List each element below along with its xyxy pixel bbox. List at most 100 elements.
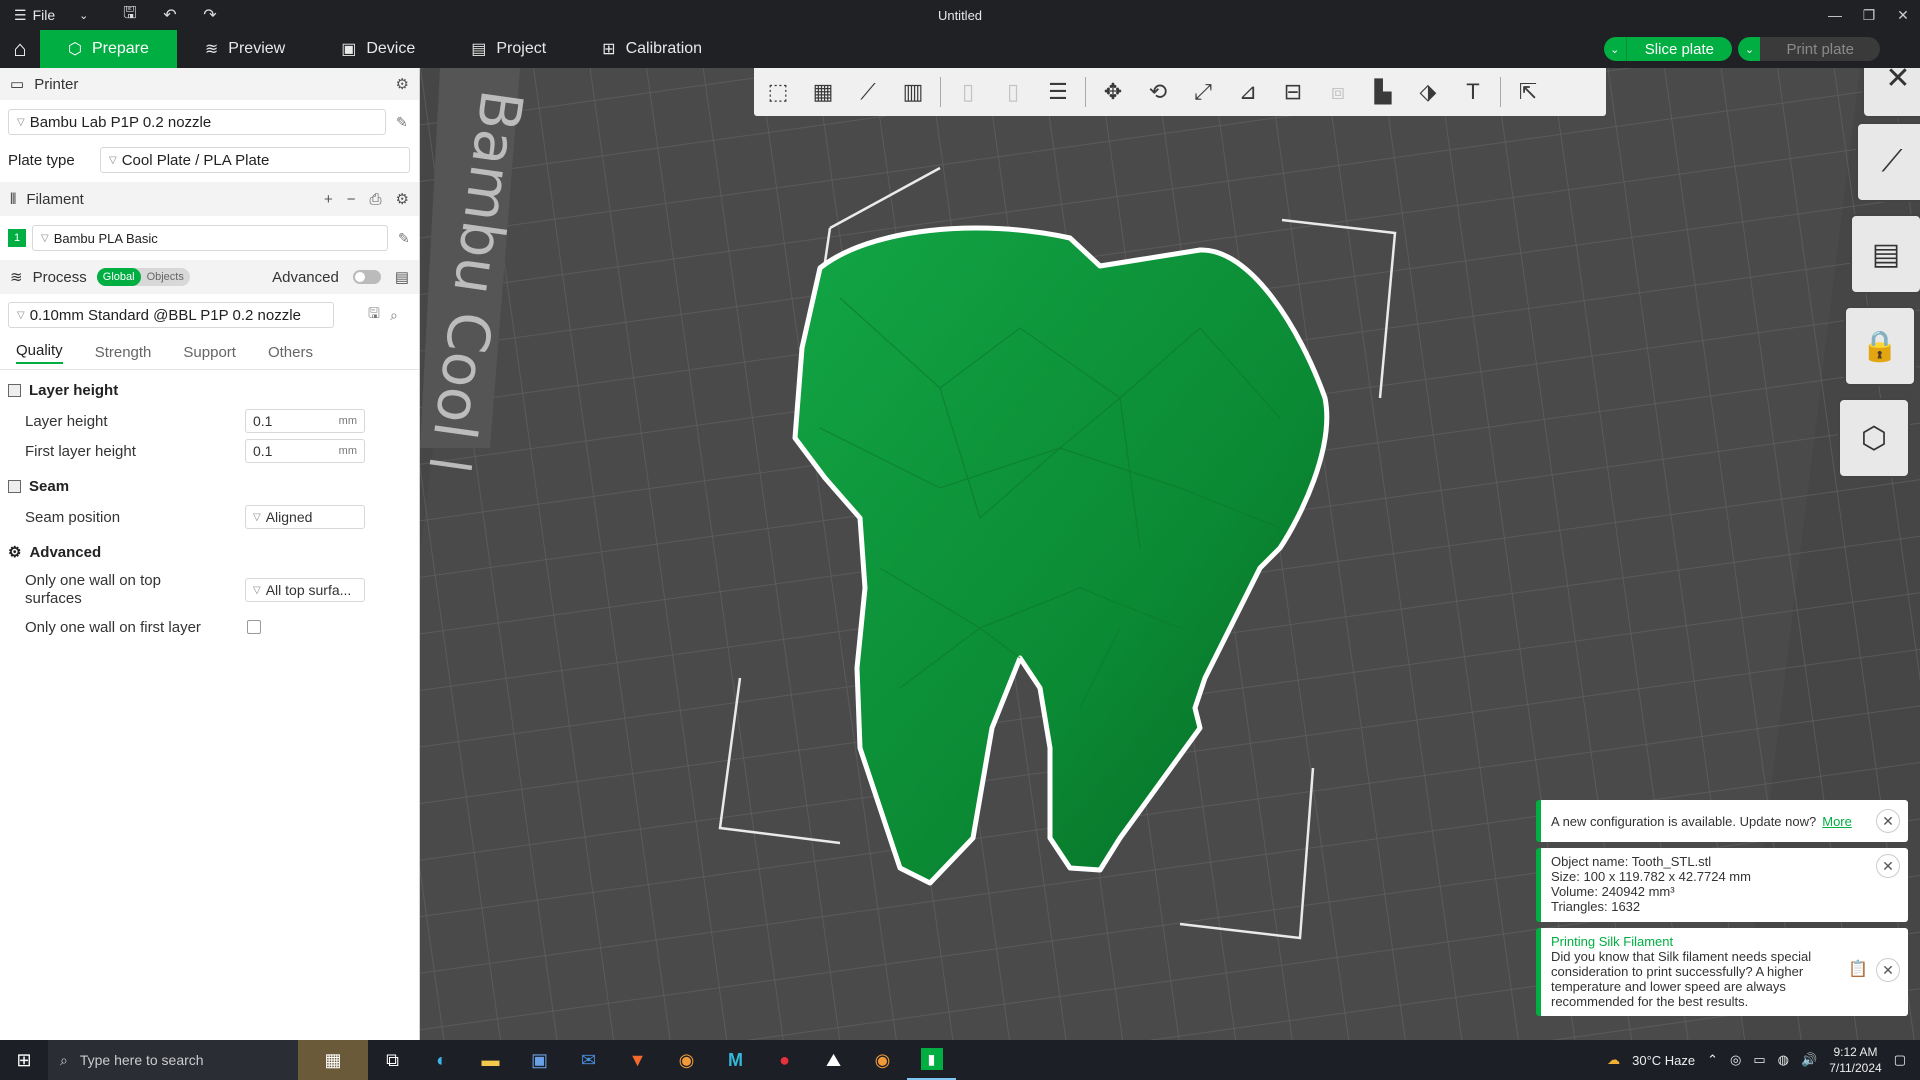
- plate-layout-icon[interactable]: ▤: [1850, 214, 1920, 294]
- clipboard-icon[interactable]: 📋: [1848, 962, 1868, 978]
- seam-paint-icon[interactable]: ⬗: [1410, 74, 1446, 110]
- chevron-down-icon: ▽: [253, 584, 261, 596]
- close-icon[interactable]: ✕: [1876, 958, 1900, 982]
- toggle-objects[interactable]: Objects: [141, 268, 190, 286]
- lock-icon[interactable]: 🔒: [1844, 306, 1916, 386]
- filament-settings-icon[interactable]: ⚙: [396, 190, 409, 208]
- battery-icon[interactable]: ▭: [1753, 1052, 1765, 1068]
- filament-slot-badge[interactable]: 1: [8, 229, 26, 247]
- file-menu[interactable]: ☰ File ⌄: [0, 7, 110, 24]
- paste-icon[interactable]: ▯: [995, 74, 1031, 110]
- cut-icon[interactable]: ⊟: [1275, 74, 1311, 110]
- chevron-down-icon[interactable]: ⌄: [79, 9, 88, 22]
- tab-calibration[interactable]: ⊞ Calibration: [574, 30, 730, 68]
- tab-quality[interactable]: Quality: [16, 342, 63, 364]
- arrange-icon[interactable]: ▥: [895, 74, 931, 110]
- add-object-icon[interactable]: ⬚: [760, 74, 796, 110]
- close-icon[interactable]: ✕: [1876, 809, 1900, 833]
- assembly-view-icon[interactable]: ⇱: [1510, 74, 1546, 110]
- undo-icon[interactable]: ↶: [150, 5, 190, 25]
- store-icon[interactable]: ▣: [515, 1040, 564, 1080]
- close-icon[interactable]: ✕: [1886, 0, 1920, 30]
- m-app-icon[interactable]: M: [711, 1040, 760, 1080]
- tab-prepare[interactable]: ⬡ Prepare: [40, 30, 177, 68]
- update-more-link[interactable]: More: [1822, 814, 1852, 829]
- compare-icon[interactable]: ▤: [395, 268, 409, 286]
- redo-icon[interactable]: ↷: [190, 5, 230, 25]
- close-icon[interactable]: ✕: [1876, 854, 1900, 878]
- layers-icon[interactable]: ☰: [1040, 74, 1076, 110]
- print-dropdown-icon[interactable]: ⌄: [1738, 37, 1761, 61]
- blender-icon[interactable]: ◉: [858, 1040, 907, 1080]
- one-wall-top-select[interactable]: ▽ All top surfa...: [245, 578, 365, 602]
- brave-icon[interactable]: ▼: [613, 1040, 662, 1080]
- windows-start-icon[interactable]: ⊞: [0, 1040, 48, 1080]
- printer-settings-icon[interactable]: ⚙: [396, 75, 409, 93]
- advanced-toggle[interactable]: [352, 270, 381, 284]
- edit-printer-icon[interactable]: ✎: [396, 114, 408, 131]
- search-highlight-image[interactable]: ▦: [298, 1040, 368, 1080]
- slice-plate-button[interactable]: Slice plate: [1625, 37, 1732, 61]
- seam-position-select[interactable]: ▽ Aligned: [245, 505, 365, 529]
- weather-icon[interactable]: ☁: [1607, 1052, 1620, 1068]
- blender-icon[interactable]: ◉: [662, 1040, 711, 1080]
- volume-icon[interactable]: 🔊: [1801, 1052, 1817, 1068]
- filament-select[interactable]: ▽ Bambu PLA Basic: [32, 225, 388, 251]
- task-view-icon[interactable]: ⧉: [368, 1040, 417, 1080]
- scale-icon[interactable]: ⤢: [1185, 74, 1221, 110]
- rotate-icon[interactable]: ⟲: [1140, 74, 1176, 110]
- tip-notification: Printing Silk Filament Did you know that…: [1536, 928, 1908, 1016]
- layer-height-input[interactable]: 0.1 mm: [245, 409, 365, 433]
- printer-select[interactable]: ▽ Bambu Lab P1P 0.2 nozzle: [8, 109, 386, 135]
- red-app-icon[interactable]: ●: [760, 1040, 809, 1080]
- mail-icon[interactable]: ✉: [564, 1040, 613, 1080]
- copy-icon[interactable]: ▯: [950, 74, 986, 110]
- slice-dropdown-icon[interactable]: ⌄: [1603, 37, 1626, 61]
- move-icon[interactable]: ✥: [1095, 74, 1131, 110]
- notifications-icon[interactable]: ▢: [1894, 1052, 1906, 1068]
- file-explorer-icon[interactable]: ▬: [466, 1040, 515, 1080]
- sync-filament-icon[interactable]: ⎙: [370, 191, 382, 208]
- print-plate-button[interactable]: Print plate: [1760, 37, 1880, 61]
- tab-project[interactable]: ▤ Project: [443, 30, 574, 68]
- lay-on-face-icon[interactable]: ⊿: [1230, 74, 1266, 110]
- webcam-icon[interactable]: ◎: [1730, 1052, 1741, 1068]
- tab-preview[interactable]: ≋ Preview: [177, 30, 313, 68]
- support-paint-icon[interactable]: ▙: [1365, 74, 1401, 110]
- add-plate-icon[interactable]: ▦: [805, 74, 841, 110]
- search-icon[interactable]: ⌕: [390, 307, 398, 324]
- bambu-studio-icon[interactable]: ▮: [907, 1040, 956, 1080]
- remove-filament-icon[interactable]: −: [347, 191, 356, 208]
- plate-close-icon[interactable]: ✕: [1862, 68, 1920, 118]
- global-objects-toggle[interactable]: Global Objects: [96, 268, 190, 286]
- paint-app-icon[interactable]: ⛰: [809, 1040, 858, 1080]
- first-layer-height-input[interactable]: 0.1 mm: [245, 439, 365, 463]
- edge-icon[interactable]: ◐: [417, 1040, 466, 1080]
- auto-orient-icon[interactable]: ⟋: [850, 74, 886, 110]
- network-icon[interactable]: ◍: [1778, 1052, 1789, 1068]
- minimize-icon[interactable]: —: [1818, 0, 1852, 30]
- tab-device[interactable]: ▣ Device: [313, 30, 443, 68]
- clock[interactable]: 9:12 AM 7/11/2024: [1829, 1044, 1882, 1076]
- plate-settings-icon[interactable]: ⬡: [1838, 398, 1910, 478]
- save-preset-icon[interactable]: 🖫: [368, 303, 380, 327]
- chevron-up-icon[interactable]: ⌃: [1707, 1052, 1718, 1068]
- tab-support[interactable]: Support: [183, 344, 236, 361]
- tab-others[interactable]: Others: [268, 344, 313, 361]
- one-wall-first-checkbox[interactable]: [247, 620, 261, 634]
- filament-row: 1 ▽ Bambu PLA Basic ✎: [0, 216, 419, 260]
- add-filament-icon[interactable]: +: [324, 191, 333, 208]
- tab-strength[interactable]: Strength: [95, 344, 152, 361]
- plate-type-select[interactable]: ▽ Cool Plate / PLA Plate: [100, 147, 410, 173]
- edit-filament-icon[interactable]: ✎: [398, 230, 410, 247]
- boolean-icon[interactable]: ⧈: [1320, 74, 1356, 110]
- home-icon[interactable]: ⌂: [0, 30, 40, 68]
- toggle-global[interactable]: Global: [96, 268, 141, 286]
- weather-text[interactable]: 30°C Haze: [1632, 1053, 1695, 1068]
- save-icon[interactable]: 🖫: [110, 2, 150, 29]
- text-tool-icon[interactable]: T: [1455, 74, 1491, 110]
- auto-arrange-plate-icon[interactable]: ⟋: [1856, 122, 1920, 202]
- taskbar-search[interactable]: ⌕ Type here to search: [48, 1040, 298, 1080]
- restore-icon[interactable]: ❐: [1852, 0, 1886, 30]
- process-preset-select[interactable]: ▽ 0.10mm Standard @BBL P1P 0.2 nozzle: [8, 302, 334, 328]
